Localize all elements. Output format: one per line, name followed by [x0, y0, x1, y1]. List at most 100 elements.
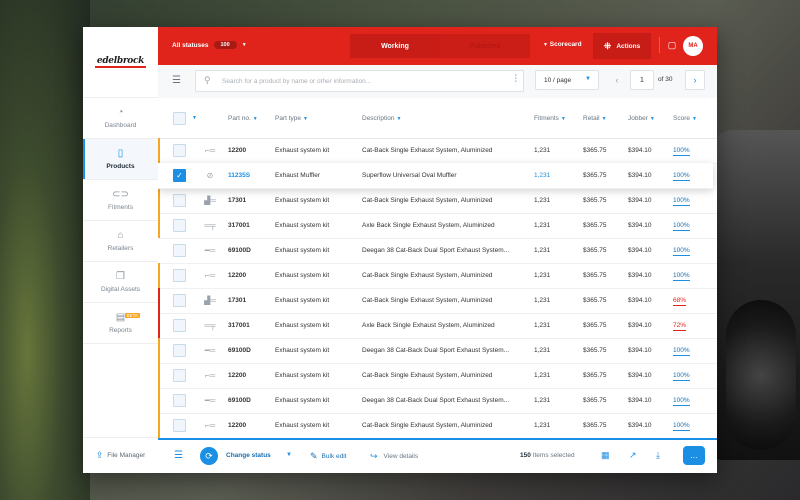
part-type: Exhaust system kit [275, 297, 330, 304]
fitments: 1,231 [534, 372, 551, 379]
col-description[interactable]: Description ▼ [362, 115, 401, 122]
col-part-no[interactable]: Part no. ▼ [228, 115, 258, 122]
row-checkbox[interactable] [173, 144, 186, 157]
table-row[interactable]: ▟═ 17301 Exhaust system kit Cat-Back Sin… [158, 188, 717, 214]
actions-button[interactable]: ⁜ Actions [593, 33, 651, 59]
fitments[interactable]: 1,231 [534, 172, 550, 179]
col-score[interactable]: Score ▼ [673, 115, 697, 122]
sidebar-item-products[interactable]: ▯ Products [83, 139, 158, 180]
select-all-checkbox[interactable] [173, 112, 186, 125]
file-manager-link[interactable]: ⇪ File Manager [83, 437, 158, 473]
search-input[interactable] [220, 74, 494, 89]
logo[interactable]: edelbrock [83, 27, 158, 98]
retail: $365.75 [583, 347, 607, 354]
part-no[interactable]: 317001 [228, 322, 250, 329]
row-checkbox[interactable] [173, 419, 186, 432]
sidebar-item-fitments[interactable]: ⊂⊃ Fitments [83, 180, 158, 221]
col-part-type[interactable]: Part type ▼ [275, 115, 308, 122]
part-no[interactable]: 317001 [228, 222, 250, 229]
sidebar-item-digital-assets[interactable]: ❐ Digital Assets [83, 262, 158, 303]
sidebar-item-dashboard[interactable]: ◔ Dashboard [83, 98, 158, 139]
row-checkbox[interactable]: ✓ [173, 169, 186, 182]
table-row[interactable]: ▟═ 17301 Exhaust system kit Cat-Back Sin… [158, 288, 717, 314]
tab-working[interactable]: Working [350, 34, 440, 58]
part-no[interactable]: 69100D [228, 247, 251, 254]
part-no[interactable]: 17301 [228, 297, 246, 304]
row-checkbox[interactable] [173, 344, 186, 357]
status-stripe [158, 338, 160, 363]
change-status-button[interactable]: Change status [226, 452, 271, 459]
part-no[interactable]: 12200 [228, 372, 246, 379]
row-checkbox[interactable] [173, 219, 186, 232]
part-no[interactable]: 69100D [228, 397, 251, 404]
prev-page-button[interactable]: ‹ [607, 70, 627, 90]
part-type: Exhaust Muffler [275, 172, 321, 179]
bulk-edit-button[interactable]: ✎ Bulk edit [310, 451, 346, 462]
col-label: Part no. [228, 115, 251, 122]
per-page-select[interactable]: 10 / page ▼ [535, 70, 599, 90]
part-no[interactable]: 12200 [228, 422, 246, 429]
export-icon[interactable]: ↗ [629, 450, 637, 461]
download-icon[interactable]: ⤓ [656, 450, 660, 461]
avatar[interactable]: MA [683, 36, 703, 56]
next-page-button[interactable]: › [685, 70, 705, 90]
table-row[interactable]: ⌐═ 12200 Exhaust system kit Cat-Back Sin… [158, 413, 717, 438]
row-checkbox[interactable] [173, 194, 186, 207]
score: 100% [673, 272, 690, 281]
table-row[interactable]: ⌐═ 12200 Exhaust system kit Cat-Back Sin… [158, 363, 717, 389]
table-row[interactable]: ━═ 69100D Exhaust system kit Deegan 38 C… [158, 388, 717, 414]
tab-published[interactable]: Published [440, 34, 530, 58]
scorecard-button[interactable]: ▼ Scorecard [543, 41, 582, 48]
list-view-icon[interactable]: ☰ [172, 75, 181, 86]
background-wheel [726, 300, 796, 450]
add-list-icon[interactable]: ☰ [174, 450, 183, 461]
col-fitments[interactable]: Fitments ▼ [534, 115, 566, 122]
table-row[interactable]: ━═ 69100D Exhaust system kit Deegan 38 C… [158, 338, 717, 364]
part-no[interactable]: 12200 [228, 272, 246, 279]
retail: $365.75 [583, 197, 607, 204]
sidebar: edelbrock ◔ Dashboard ▯ Products ⊂⊃ Fitm… [83, 27, 159, 473]
row-checkbox[interactable] [173, 369, 186, 382]
table-row[interactable]: ✓ ⊘ 11235S Exhaust Muffler Superflow Uni… [158, 163, 713, 189]
part-no[interactable]: 17301 [228, 197, 246, 204]
row-checkbox[interactable] [173, 394, 186, 407]
sidebar-item-label: Dashboard [104, 122, 137, 129]
col-jobber[interactable]: Jobber ▼ [628, 115, 655, 122]
score: 100% [673, 347, 690, 356]
table-row[interactable]: ⌐═ 12200 Exhaust system kit Cat-Back Sin… [158, 138, 717, 164]
row-checkbox[interactable] [173, 269, 186, 282]
status-filter-dropdown[interactable]: All statuses 100 ▼ [172, 41, 247, 49]
jobber: $394.10 [628, 372, 652, 379]
part-type: Exhaust system kit [275, 422, 330, 429]
description: Cat-Back Single Exhaust System, Aluminiz… [362, 297, 493, 304]
col-label: Retail [583, 115, 600, 122]
chevron-down-icon[interactable]: ▼ [286, 452, 292, 458]
table-row[interactable]: ═╤ 317001 Exhaust system kit Axle Back S… [158, 313, 717, 339]
row-checkbox[interactable] [173, 244, 186, 257]
change-status-icon[interactable]: ⟳ [200, 447, 218, 465]
col-label: Jobber [628, 115, 648, 122]
page-number-input[interactable]: 1 [630, 70, 654, 90]
view-details-button[interactable]: ↪ View details [370, 451, 418, 462]
sort-icon: ▼ [601, 116, 607, 122]
table-view-icon[interactable]: ▦ [601, 450, 610, 461]
jobber: $394.10 [628, 322, 652, 329]
sidebar-item-retailers[interactable]: ⌂ Retailers [83, 221, 158, 262]
filter-sliders-icon[interactable]: ⫶ [515, 74, 518, 85]
fitments: 1,231 [534, 222, 551, 229]
table-row[interactable]: ━═ 69100D Exhaust system kit Deegan 38 C… [158, 238, 717, 264]
part-no[interactable]: 11235S [228, 172, 250, 179]
chat-icon[interactable]: ▢ [659, 37, 680, 53]
sidebar-item-reports[interactable]: ▤ BETA Reports [83, 303, 158, 344]
chat-support-icon[interactable]: … [683, 446, 705, 465]
part-no[interactable]: 12200 [228, 147, 246, 154]
row-checkbox[interactable] [173, 294, 186, 307]
table-row[interactable]: ═╤ 317001 Exhaust system kit Axle Back S… [158, 213, 717, 239]
row-checkbox[interactable] [173, 319, 186, 332]
col-retail[interactable]: Retail ▼ [583, 115, 607, 122]
sort-icon: ▼ [303, 116, 308, 122]
part-no[interactable]: 69100D [228, 347, 251, 354]
score: 100% [673, 422, 690, 431]
chevron-down-icon[interactable]: ▼ [192, 115, 197, 121]
table-row[interactable]: ⌐═ 12200 Exhaust system kit Cat-Back Sin… [158, 263, 717, 289]
